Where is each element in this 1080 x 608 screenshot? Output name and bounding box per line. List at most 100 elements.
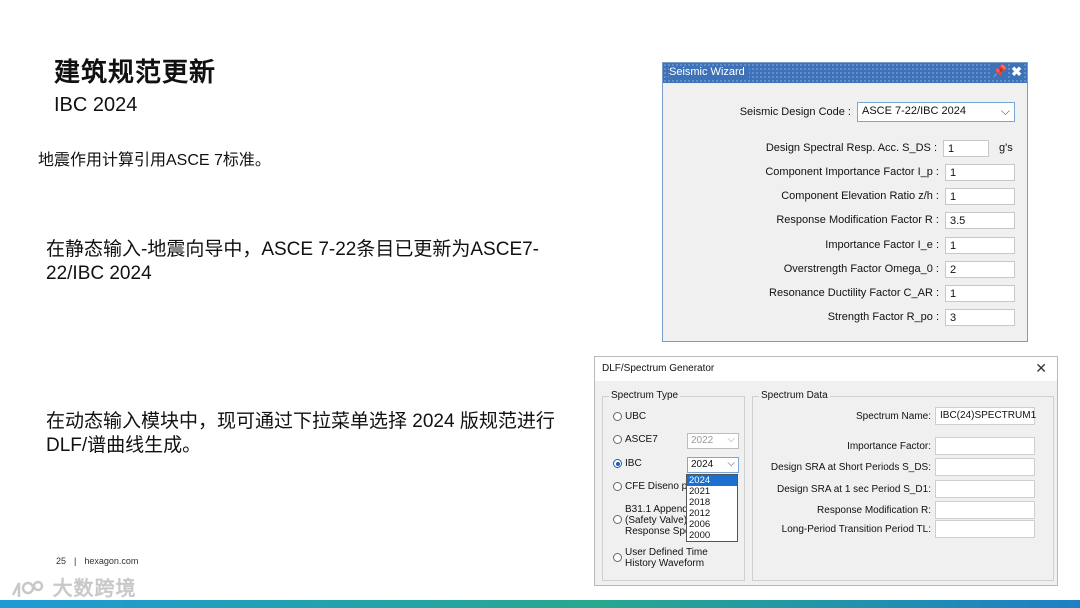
omega-input[interactable]: 2: [945, 260, 1015, 278]
spectrum-data-group: Spectrum Data Spectrum Name: IBC(24)SPEC…: [752, 390, 1054, 581]
field-row-rpo: Strength Factor R_po : 3: [828, 308, 1015, 326]
bottom-accent-bar: [0, 600, 1080, 608]
paragraph-dynamic-input: 在动态输入模块中，现可通过下拉菜单选择 2024 版规范进行 DLF/谱曲线生成…: [46, 411, 555, 456]
sd1-row: Design SRA at 1 sec Period S_D1:: [777, 480, 1035, 498]
year-option[interactable]: 2006: [687, 519, 737, 530]
radio-asce7-label: ASCE7: [625, 434, 658, 445]
radio-circle-icon: [613, 515, 622, 524]
radio-ibc-label: IBC: [625, 458, 642, 469]
design-code-label: Seismic Design Code :: [739, 106, 851, 118]
watermark-logo-icon: [11, 580, 44, 597]
ie-input[interactable]: 1: [945, 236, 1015, 254]
importance-factor-input[interactable]: [935, 437, 1035, 455]
page-number: 25: [56, 556, 67, 566]
paragraph-static-input: 在静态输入-地震向导中，ASCE 7-22条目已更新为ASCE7-22/IBC …: [46, 239, 540, 284]
close-icon[interactable]: ✖: [1011, 64, 1022, 80]
field-label: Strength Factor R_po :: [827, 311, 939, 323]
field-row-ip: Component Importance Factor I_p : 1: [765, 163, 1015, 181]
footer-separator: |: [74, 556, 77, 566]
field-label: Component Elevation Ratio z/h :: [781, 190, 939, 202]
design-code-row: Seismic Design Code : ASCE 7-22/IBC 2024…: [739, 102, 1015, 122]
data-label: Long-Period Transition Period TL:: [781, 523, 931, 535]
watermark-text: 大数跨境: [52, 578, 137, 600]
ibc-year-select[interactable]: 2024 ⌵: [687, 457, 739, 473]
field-row-car: Resonance Ductility Factor C_AR : 1: [769, 284, 1015, 302]
asce7-year-select[interactable]: 2022 ⌵: [687, 433, 739, 449]
field-row-r: Response Modification Factor R : 3.5: [776, 211, 1015, 229]
ip-input[interactable]: 1: [945, 163, 1015, 181]
data-label: Spectrum Name:: [855, 410, 931, 422]
footer-website: hexagon.com: [84, 556, 139, 566]
tl-row: Long-Period Transition Period TL:: [782, 520, 1035, 538]
user-line-1: User Defined Time: [625, 547, 708, 558]
design-code-select[interactable]: ASCE 7-22/IBC 2024 ⌵: [857, 102, 1015, 122]
radio-circle-icon: [613, 412, 622, 421]
close-icon[interactable]: ✕: [1035, 360, 1047, 377]
radio-b311[interactable]: B31.1 Appendiz (Safety Valve) R Response…: [613, 504, 697, 537]
sd1-input[interactable]: [935, 480, 1035, 498]
user-line-2: History Waveform: [625, 558, 705, 569]
year-option[interactable]: 2021: [687, 486, 737, 497]
year-option[interactable]: 2012: [687, 508, 737, 519]
field-label: Design Spectral Resp. Acc. S_DS :: [765, 142, 937, 154]
seismic-wizard-titlebar[interactable]: Seismic Wizard 📌 ✖: [663, 63, 1027, 83]
slide-title: 建筑规范更新: [54, 57, 217, 87]
field-row-sds: Design Spectral Resp. Acc. S_DS : 1: [766, 139, 989, 157]
field-row-zh: Component Elevation Ratio z/h : 1: [781, 187, 1015, 205]
response-modification-input[interactable]: [935, 501, 1035, 519]
seismic-wizard-panel: Seismic Wizard 📌 ✖ Seismic Design Code :…: [662, 62, 1028, 342]
dlf-spectrum-generator-dialog: DLF/Spectrum Generator ✕ Spectrum Type U…: [594, 356, 1058, 586]
field-row-omega: Overstrength Factor Omega_0 : 2: [784, 260, 1015, 278]
slide-subtitle: IBC 2024: [54, 94, 138, 116]
data-label: Response Modification R:: [817, 504, 931, 516]
rpo-input[interactable]: 3: [945, 308, 1015, 326]
year-option[interactable]: 2018: [687, 497, 737, 508]
radio-selected-icon: [613, 459, 622, 468]
b311-line-1: B31.1 Appendiz: [625, 504, 696, 515]
ibc-year-value: 2024: [691, 459, 714, 470]
spectrum-name-row: Spectrum Name: IBC(24)SPECTRUM1: [855, 407, 1036, 425]
radio-circle-icon: [613, 435, 622, 444]
radio-ibc[interactable]: IBC: [613, 458, 642, 469]
chevron-down-icon: ⌵: [1000, 104, 1010, 118]
spectrum-type-label: Spectrum Type: [609, 390, 681, 401]
car-input[interactable]: 1: [945, 284, 1015, 302]
chevron-down-icon: ⌵: [727, 458, 735, 469]
year-option[interactable]: 2000: [687, 530, 737, 541]
asce7-year-value: 2022: [691, 435, 714, 446]
sds-input[interactable]: 1: [943, 139, 989, 157]
radio-user-defined[interactable]: User Defined Time History Waveform: [613, 547, 708, 569]
field-label: Response Modification Factor R :: [776, 214, 939, 226]
radio-ubc[interactable]: UBC: [613, 411, 646, 422]
response-modification-row: Response Modification R:: [817, 501, 1035, 519]
sds-unit: g's: [999, 142, 1013, 154]
radio-cfe-label: CFE Diseno po: [625, 481, 693, 492]
field-label: Resonance Ductility Factor C_AR :: [769, 287, 939, 299]
slide-footer: 25 | hexagon.com: [56, 556, 138, 566]
sds-input[interactable]: [935, 458, 1035, 476]
year-option[interactable]: 2024: [687, 475, 737, 486]
paragraph-seismic-reference: 地震作用计算引用ASCE 7标准。: [38, 152, 271, 169]
field-row-ie: Importance Factor I_e : 1: [825, 236, 1015, 254]
field-label: Component Importance Factor I_p :: [765, 166, 939, 178]
radio-cfe[interactable]: CFE Diseno po: [613, 481, 693, 492]
data-label: Design SRA at 1 sec Period S_D1:: [777, 483, 931, 495]
watermark: 大数跨境: [10, 572, 137, 601]
sds-row: Design SRA at Short Periods S_DS:: [771, 458, 1035, 476]
pin-icon[interactable]: 📌: [992, 64, 1007, 78]
seismic-wizard-title: Seismic Wizard: [669, 66, 749, 78]
radio-circle-icon: [613, 482, 622, 491]
data-label: Design SRA at Short Periods S_DS:: [770, 461, 931, 473]
importance-factor-row: Importance Factor:: [847, 437, 1035, 455]
tl-input[interactable]: [935, 520, 1035, 538]
zh-input[interactable]: 1: [945, 187, 1015, 205]
r-input[interactable]: 3.5: [945, 211, 1015, 229]
spectrum-name-input[interactable]: IBC(24)SPECTRUM1: [935, 407, 1036, 425]
dlf-titlebar[interactable]: DLF/Spectrum Generator ✕: [595, 357, 1057, 381]
radio-asce7[interactable]: ASCE7: [613, 434, 658, 445]
field-label: Overstrength Factor Omega_0 :: [783, 263, 939, 275]
chevron-down-icon: ⌵: [727, 434, 735, 445]
field-label: Importance Factor I_e :: [825, 239, 939, 251]
radio-user-defined-label: User Defined Time History Waveform: [625, 547, 708, 569]
dlf-title: DLF/Spectrum Generator: [602, 363, 715, 374]
